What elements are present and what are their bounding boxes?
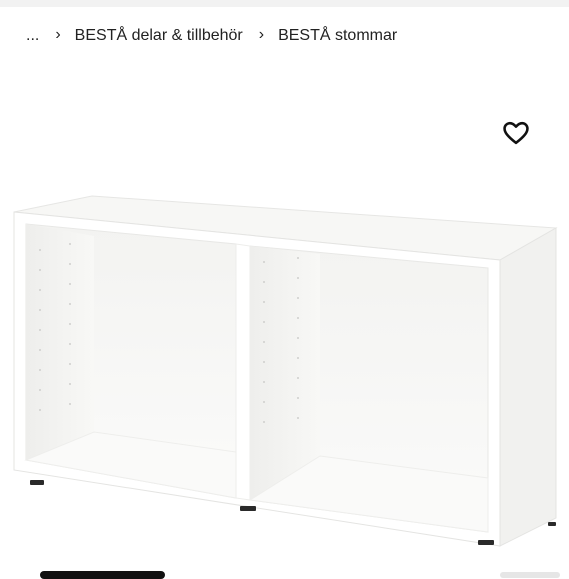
image-indicator[interactable] (500, 572, 560, 578)
chevron-right-icon: › (55, 26, 61, 43)
shelf-frame-illustration (13, 195, 558, 547)
heart-outline-icon (503, 121, 529, 145)
breadcrumb-ellipsis[interactable]: ... (26, 27, 39, 45)
favorite-button[interactable] (502, 119, 530, 147)
top-bar (0, 0, 569, 7)
image-indicator-active[interactable] (40, 571, 165, 579)
chevron-right-icon: › (258, 26, 265, 43)
breadcrumb-item-besta-parts[interactable]: BESTÅ delar & tillbehör (75, 27, 243, 45)
product-image (0, 150, 569, 560)
breadcrumb: ... › BESTÅ delar & tillbehör › BESTÅ st… (26, 24, 397, 48)
breadcrumb-item-besta-frames[interactable]: BESTÅ stommar (278, 27, 397, 45)
